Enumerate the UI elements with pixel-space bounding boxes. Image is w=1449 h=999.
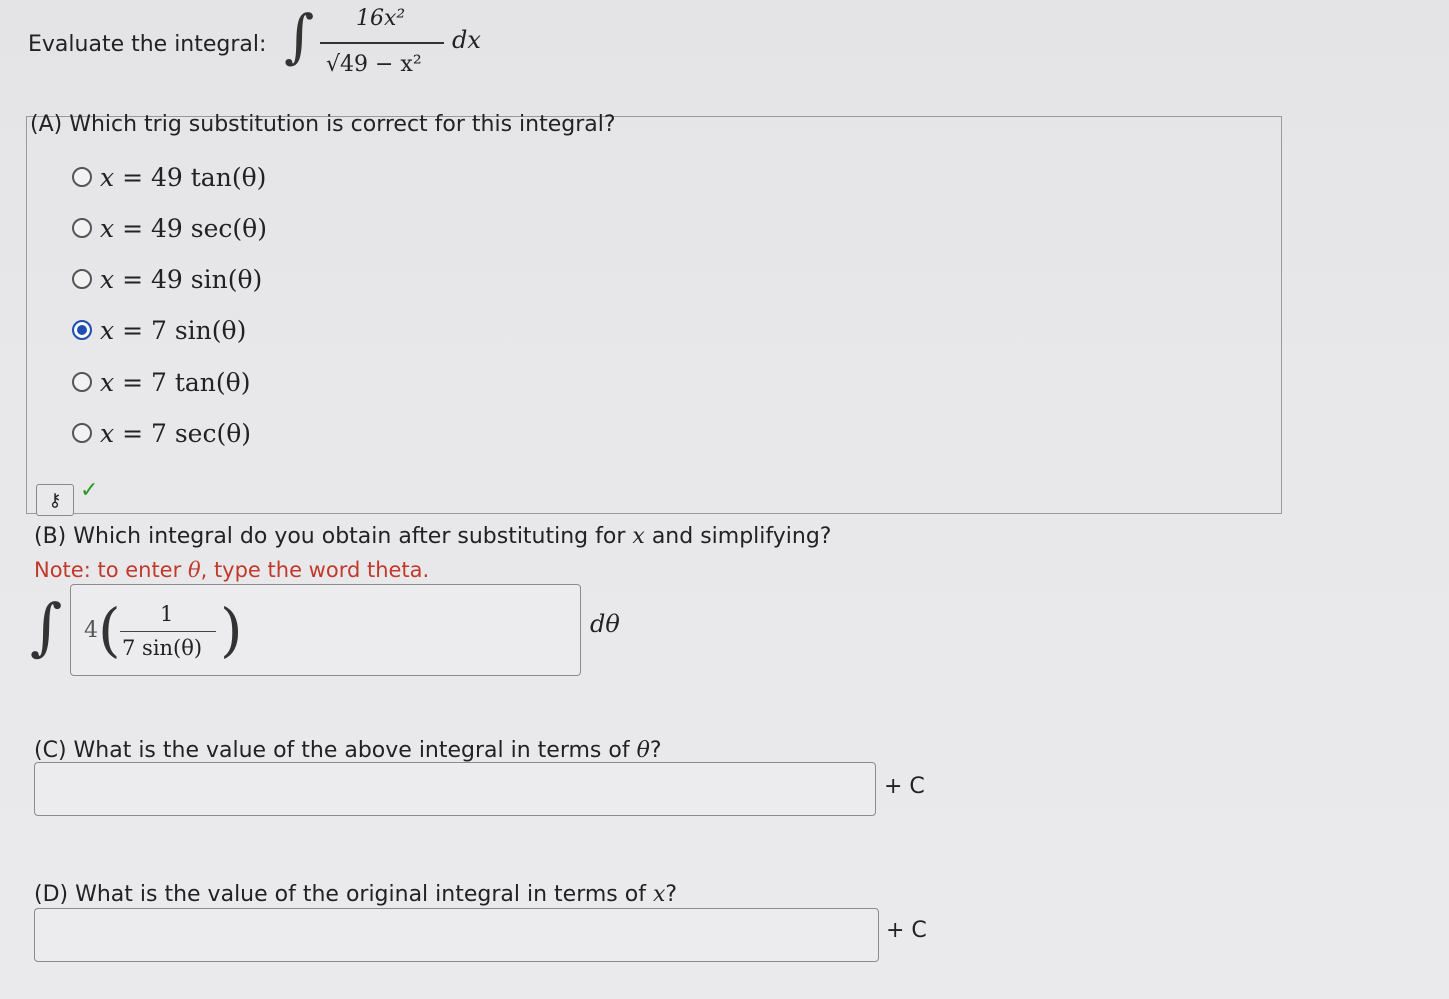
option-lhs: x [100, 162, 115, 192]
option-rhs: = 49 sin(θ) [122, 264, 263, 294]
integrand-denominator: √49 − x² [326, 52, 422, 77]
answer-fraction-bar [120, 631, 216, 632]
option-rhs: = 7 tan(θ) [122, 367, 251, 397]
part-b-differential: dθ [590, 610, 620, 638]
note-text: , type the word theta. [200, 558, 430, 582]
option-x-49sin[interactable]: x = 49 sin(θ) [72, 262, 262, 296]
question-text: (D) What is the value of the original in… [34, 882, 646, 907]
answer-numerator: 1 [160, 602, 174, 626]
integral-sign: ∫ [30, 590, 63, 663]
plus-c-label: + C [886, 918, 927, 943]
part-a-question: (A) Which trig substitution is correct f… [30, 112, 616, 137]
question-text: ? [665, 882, 678, 907]
answer-denominator: 7 sin(θ) [122, 636, 203, 660]
part-b-note: Note: to enter θ, type the word theta. [34, 558, 429, 582]
radio-button[interactable] [72, 167, 92, 187]
option-rhs: = 49 tan(θ) [122, 162, 267, 192]
integral-sign: ∫ [284, 2, 315, 70]
option-lhs: x [100, 418, 115, 448]
note-variable: θ [187, 558, 201, 582]
question-variable: θ [636, 738, 650, 763]
option-rhs: = 7 sec(θ) [122, 418, 252, 448]
option-lhs: x [100, 213, 115, 243]
option-x-49sec[interactable]: x = 49 sec(θ) [72, 211, 267, 245]
option-lhs: x [100, 315, 115, 345]
note-text: Note: to enter [34, 558, 182, 582]
part-d-question: (D) What is the value of the original in… [34, 882, 677, 907]
question-text: ? [649, 738, 662, 763]
left-paren: ( [98, 596, 121, 664]
radio-button[interactable] [72, 218, 92, 238]
radio-button[interactable] [72, 423, 92, 443]
option-x-49tan[interactable]: x = 49 tan(θ) [72, 160, 266, 194]
integrand-numerator: 16x² [356, 6, 406, 31]
plus-c-label: + C [884, 774, 925, 799]
question-text: (C) What is the value of the above integ… [34, 738, 630, 763]
radio-button[interactable] [72, 269, 92, 289]
question-text: and simplifying? [651, 524, 832, 549]
key-icon-button[interactable]: ⚷ [36, 484, 74, 516]
question-variable: x [632, 524, 645, 549]
right-paren: ) [220, 596, 243, 664]
option-x-7sec[interactable]: x = 7 sec(θ) [72, 416, 251, 450]
fraction-bar [320, 42, 444, 44]
option-lhs: x [100, 264, 115, 294]
part-b-question: (B) Which integral do you obtain after s… [34, 524, 831, 549]
option-x-7sin[interactable]: x = 7 sin(θ) [72, 313, 246, 347]
answer-coefficient: 4 [84, 618, 98, 643]
part-b-answer-input[interactable] [70, 584, 581, 676]
part-c-question: (C) What is the value of the above integ… [34, 738, 662, 763]
option-x-7tan[interactable]: x = 7 tan(θ) [72, 365, 250, 399]
correct-check-icon: ✓ [80, 478, 99, 503]
question-variable: x [652, 882, 666, 907]
integral-differential: dx [452, 26, 481, 54]
question-text: (B) Which integral do you obtain after s… [34, 524, 626, 549]
key-icon: ⚷ [48, 489, 62, 511]
problem-prompt: Evaluate the integral: [28, 32, 267, 57]
part-c-answer-input[interactable] [34, 762, 876, 816]
radio-button[interactable] [72, 372, 92, 392]
part-d-answer-input[interactable] [34, 908, 879, 962]
radio-button-selected[interactable] [72, 320, 92, 340]
option-lhs: x [100, 367, 115, 397]
option-rhs: = 7 sin(θ) [122, 315, 247, 345]
option-rhs: = 49 sec(θ) [122, 213, 267, 243]
